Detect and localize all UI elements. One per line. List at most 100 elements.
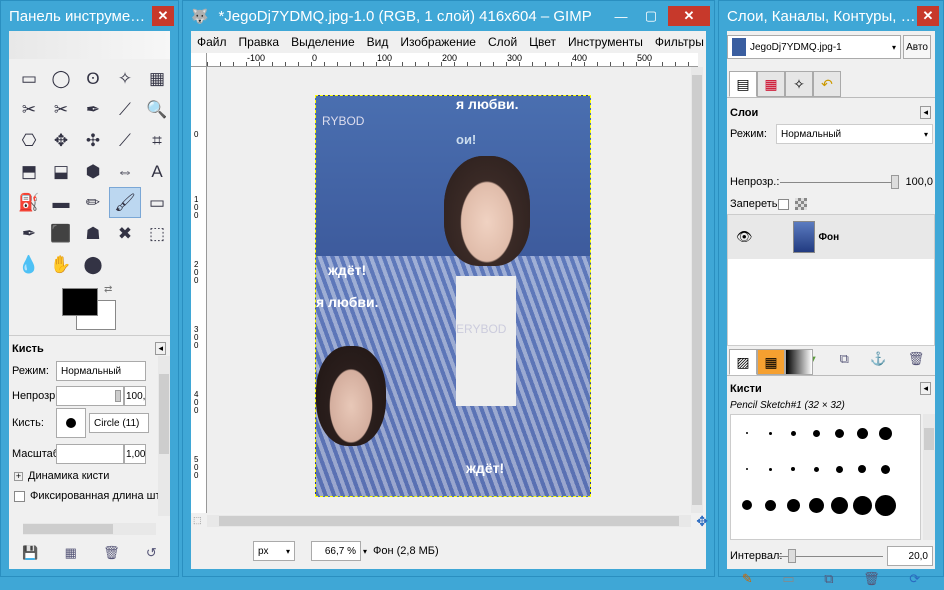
- tool-button[interactable]: ☗: [77, 218, 109, 249]
- ruler-corner[interactable]: [191, 53, 207, 67]
- tab-brushes[interactable]: ▨: [729, 349, 757, 375]
- brush-grid[interactable]: [730, 414, 921, 540]
- tool-button[interactable]: [109, 249, 141, 280]
- opacity-value[interactable]: 100,: [124, 386, 146, 406]
- brush-swatch[interactable]: [858, 465, 866, 473]
- menu-item[interactable]: Правка: [233, 35, 286, 49]
- duplicate-brush-icon[interactable]: ⧉: [824, 571, 833, 587]
- panel-menu-icon[interactable]: ◂: [920, 106, 931, 119]
- expand-icon[interactable]: +: [14, 471, 23, 481]
- close-button[interactable]: ✕: [668, 6, 710, 26]
- panel-menu-icon[interactable]: ◂: [155, 342, 166, 355]
- tool-button[interactable]: 🖌: [109, 187, 141, 218]
- tool-button[interactable]: ✒: [13, 218, 45, 249]
- brush-name-field[interactable]: Circle (11): [89, 413, 149, 433]
- tool-button[interactable]: ⎔: [13, 125, 45, 156]
- menu-item[interactable]: Выделение: [285, 35, 361, 49]
- quickmask-icon[interactable]: ⬚: [193, 515, 202, 526]
- layer-row[interactable]: 👁 Фон: [728, 215, 934, 259]
- menu-item[interactable]: Инструменты: [562, 35, 649, 49]
- tool-button[interactable]: ⬓: [45, 156, 77, 187]
- layers-titlebar[interactable]: Слои, Каналы, Контуры, … ✕: [719, 1, 943, 31]
- close-button[interactable]: ✕: [152, 6, 174, 26]
- lock-alpha-icon[interactable]: [795, 198, 807, 210]
- layer-mode-select[interactable]: Нормальный ▾: [776, 124, 933, 144]
- brush-swatch[interactable]: [835, 465, 843, 473]
- brush-swatch[interactable]: [880, 464, 890, 474]
- unit-select[interactable]: px ▾: [253, 541, 295, 561]
- brush-swatch[interactable]: [746, 432, 748, 434]
- mode-select[interactable]: Нормальный: [56, 361, 146, 381]
- reset-options-icon[interactable]: ↺: [146, 545, 157, 561]
- tool-button[interactable]: ✣: [77, 125, 109, 156]
- tab-undo[interactable]: ↶: [813, 71, 841, 97]
- navigate-icon[interactable]: ✥: [696, 513, 708, 530]
- brush-swatch[interactable]: [768, 431, 772, 435]
- canvas-area[interactable]: я любви. RYBOD ои! ждёт! я любви. ERYBOD…: [207, 67, 703, 513]
- tool-button[interactable]: ✥: [45, 125, 77, 156]
- opacity-slider[interactable]: [56, 386, 124, 406]
- tool-button[interactable]: ⟋: [109, 94, 141, 125]
- brush-swatch[interactable]: [791, 467, 795, 471]
- save-options-icon[interactable]: 💾: [22, 545, 38, 561]
- fixed-length-checkbox[interactable]: [14, 490, 25, 502]
- brush-swatch[interactable]: [834, 428, 844, 438]
- restore-options-icon[interactable]: ▦: [65, 545, 77, 561]
- fg-bg-colors[interactable]: ⇄: [62, 284, 122, 332]
- tool-button[interactable]: [141, 249, 173, 280]
- vertical-ruler[interactable]: 0 1 0 0 2 0 0 3 0 0 4 0 0 5 0 0: [191, 67, 207, 513]
- brush-swatch[interactable]: [764, 499, 776, 511]
- tool-button[interactable]: ⛽: [13, 187, 45, 218]
- delete-options-icon[interactable]: 🗑: [103, 545, 120, 561]
- tab-channels[interactable]: ▦: [757, 71, 785, 97]
- maximize-button[interactable]: ▢: [638, 6, 664, 26]
- tool-button[interactable]: ⬚: [141, 218, 173, 249]
- menu-item[interactable]: Изображение: [394, 35, 482, 49]
- brush-swatch[interactable]: [808, 497, 824, 513]
- tool-button[interactable]: ▭: [141, 187, 173, 218]
- tool-button[interactable]: ▭: [13, 63, 45, 94]
- tool-button[interactable]: ✒: [77, 94, 109, 125]
- image-canvas[interactable]: я любви. RYBOD ои! ждёт! я любви. ERYBOD…: [315, 95, 591, 497]
- horizontal-ruler[interactable]: -100 0 100 200 300 400 500: [207, 53, 698, 67]
- menu-item[interactable]: Фильтры: [649, 35, 710, 49]
- tool-button[interactable]: ⬢: [77, 156, 109, 187]
- tool-button[interactable]: ▬: [45, 187, 77, 218]
- brush-swatch[interactable]: [856, 427, 868, 439]
- tool-button[interactable]: ✏: [77, 187, 109, 218]
- zoom-field[interactable]: 66,7 %: [311, 541, 361, 561]
- close-button[interactable]: ✕: [917, 6, 939, 26]
- canvas-vscrollbar[interactable]: [691, 67, 703, 513]
- tool-options-scrollbar[interactable]: [158, 356, 170, 516]
- brush-swatch[interactable]: [768, 467, 772, 471]
- refresh-brushes-icon[interactable]: ⟳: [909, 571, 920, 587]
- tool-button[interactable]: ⟋: [109, 125, 141, 156]
- tool-button[interactable]: ⬛: [45, 218, 77, 249]
- tool-button[interactable]: ✖: [109, 218, 141, 249]
- layer-name[interactable]: Фон: [819, 232, 840, 243]
- foreground-color[interactable]: [62, 288, 98, 316]
- tool-button[interactable]: ✧: [109, 63, 141, 94]
- image-titlebar[interactable]: 🐺 *JegoDj7YDMQ.jpg-1.0 (RGB, 1 слой) 416…: [183, 1, 714, 31]
- panel-menu-icon[interactable]: ◂: [920, 382, 931, 395]
- canvas-hscrollbar[interactable]: [207, 515, 691, 527]
- auto-button[interactable]: Авто: [903, 35, 931, 59]
- tool-options-hscrollbar[interactable]: [23, 523, 156, 535]
- tool-button[interactable]: ▦: [141, 63, 173, 94]
- anchor-layer-icon[interactable]: ⚓: [870, 351, 886, 367]
- tab-gradients[interactable]: [785, 349, 813, 375]
- tool-button[interactable]: ✋: [45, 249, 77, 280]
- scale-slider[interactable]: [56, 444, 124, 464]
- image-select[interactable]: JegoDj7YDMQ.jpg-1 ▾: [727, 35, 901, 59]
- new-brush-icon[interactable]: ▭: [782, 571, 794, 587]
- tab-paths[interactable]: ✧: [785, 71, 813, 97]
- tool-button[interactable]: ◯: [45, 63, 77, 94]
- brush-preview[interactable]: [56, 408, 86, 438]
- tool-button[interactable]: ⬤: [77, 249, 109, 280]
- brush-swatch[interactable]: [852, 495, 872, 515]
- tool-button[interactable]: ✂: [45, 94, 77, 125]
- menu-item[interactable]: Вид: [361, 35, 395, 49]
- brush-swatch[interactable]: [813, 466, 819, 472]
- brush-swatch[interactable]: [878, 426, 892, 440]
- toolbox-titlebar[interactable]: Панель инструме… ✕: [1, 1, 178, 31]
